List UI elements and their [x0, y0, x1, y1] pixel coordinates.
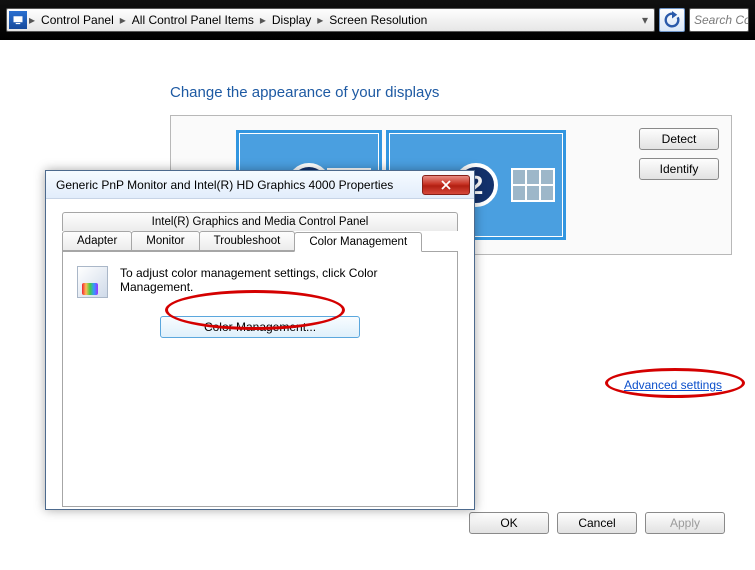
crumb-all-items[interactable]: All Control Panel Items — [126, 13, 260, 27]
dialog-title-text: Generic PnP Monitor and Intel(R) HD Grap… — [56, 178, 393, 192]
dialog-button-bar: OK Cancel Apply — [469, 512, 725, 534]
tab-monitor[interactable]: Monitor — [131, 231, 199, 251]
address-bar[interactable]: ▸ Control Panel ▸ All Control Panel Item… — [6, 8, 655, 32]
tab-intel-graphics[interactable]: Intel(R) Graphics and Media Control Pane… — [62, 212, 458, 231]
tab-color-management[interactable]: Color Management — [294, 232, 422, 252]
search-placeholder: Search Con — [694, 13, 749, 27]
address-toolbar: ▸ Control Panel ▸ All Control Panel Item… — [0, 0, 755, 40]
close-icon — [441, 180, 451, 190]
close-button[interactable] — [422, 175, 470, 195]
tab-adapter[interactable]: Adapter — [62, 231, 132, 251]
properties-dialog: Generic PnP Monitor and Intel(R) HD Grap… — [45, 170, 475, 510]
tab-troubleshoot[interactable]: Troubleshoot — [199, 231, 296, 251]
color-management-button[interactable]: Color Management... — [160, 316, 360, 338]
ok-button[interactable]: OK — [469, 512, 549, 534]
page-title: Change the appearance of your displays — [170, 84, 755, 101]
cancel-button[interactable]: Cancel — [557, 512, 637, 534]
crumb-control-panel[interactable]: Control Panel — [35, 13, 120, 27]
color-management-icon — [77, 266, 108, 298]
identify-button[interactable]: Identify — [639, 158, 719, 180]
tab-intel-graphics-label: Intel(R) Graphics and Media Control Pane… — [152, 216, 369, 228]
color-management-description: To adjust color management settings, cli… — [120, 266, 443, 294]
search-input[interactable]: Search Con — [689, 8, 749, 32]
crumb-display[interactable]: Display — [266, 13, 317, 27]
detect-button[interactable]: Detect — [639, 128, 719, 150]
refresh-button[interactable] — [659, 8, 685, 32]
crumb-screen-resolution[interactable]: Screen Resolution — [323, 13, 433, 27]
monitor-decor — [511, 168, 555, 202]
dialog-titlebar[interactable]: Generic PnP Monitor and Intel(R) HD Grap… — [46, 171, 474, 199]
chevron-down-icon[interactable]: ▾ — [638, 13, 652, 27]
advanced-settings-link[interactable]: Advanced settings — [624, 378, 722, 392]
tab-panel-color-management: To adjust color management settings, cli… — [62, 251, 458, 507]
display-icon — [9, 11, 27, 29]
apply-button[interactable]: Apply — [645, 512, 725, 534]
